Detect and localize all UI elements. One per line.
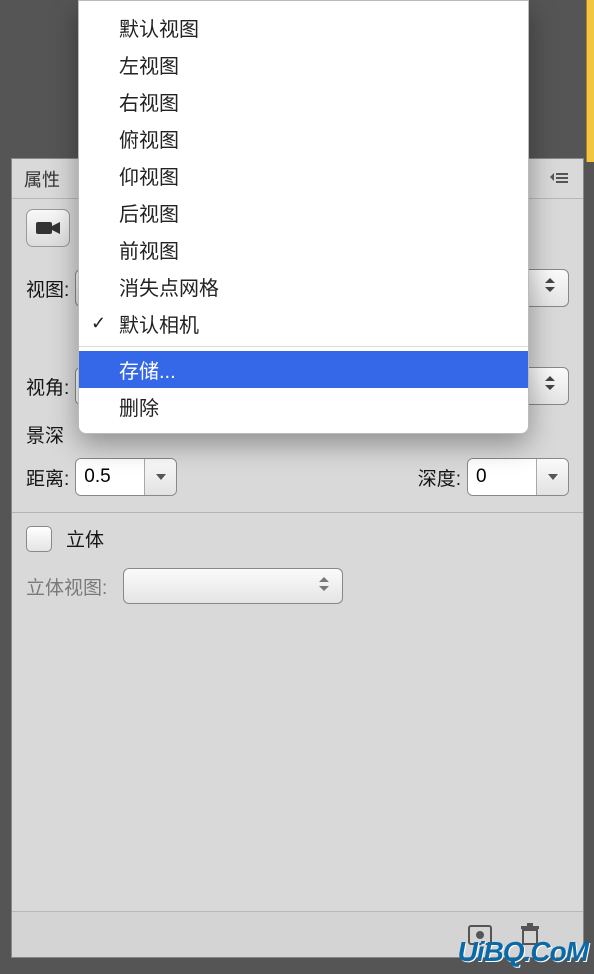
menu-item-view[interactable]: 前视图 [79, 231, 528, 268]
updown-icon [544, 374, 556, 398]
camera-mode-button[interactable] [26, 209, 70, 247]
distance-dropdown-button[interactable] [144, 459, 176, 495]
stereo-checkbox[interactable] [26, 526, 52, 552]
stereo-view-label: 立体视图: [26, 573, 107, 600]
right-accent-bar [586, 0, 594, 162]
depth-label: 深度: [418, 464, 461, 491]
stereo-row: 立体 [26, 525, 569, 552]
panel-menu-icon[interactable] [547, 167, 571, 191]
menu-item-view[interactable]: 俯视图 [79, 120, 528, 157]
stereo-view-row: 立体视图: [26, 568, 569, 604]
menu-item-view[interactable]: 右视图 [79, 83, 528, 120]
panel-title: 属性 [24, 166, 60, 192]
updown-icon [318, 575, 330, 598]
menu-item-label: 后视图 [119, 198, 179, 227]
dof-row: 距离: 深度: [26, 458, 569, 496]
menu-item-view[interactable]: 后视图 [79, 194, 528, 231]
stereo-view-select[interactable] [123, 568, 343, 604]
distance-input[interactable] [76, 459, 144, 495]
menu-item-label: 默认相机 [119, 309, 199, 338]
distance-label: 距离: [26, 464, 69, 491]
depth-input[interactable] [468, 459, 536, 495]
menu-item-label: 右视图 [119, 87, 179, 116]
view-dropdown-menu: 默认视图左视图右视图俯视图仰视图后视图前视图消失点网格默认相机 存储... 删除 [78, 0, 529, 434]
view-label: 视图: [26, 275, 69, 302]
menu-item-save[interactable]: 存储... [79, 351, 528, 388]
menu-item-view[interactable]: 仰视图 [79, 157, 528, 194]
menu-item-label: 消失点网格 [119, 272, 219, 301]
menu-item-label: 仰视图 [119, 161, 179, 190]
menu-item-view[interactable]: 消失点网格 [79, 268, 528, 305]
menu-item-label: 前视图 [119, 235, 179, 264]
updown-icon [544, 276, 556, 300]
menu-separator [79, 346, 528, 347]
angle-label: 视角: [26, 373, 69, 400]
divider [12, 512, 583, 513]
depth-dropdown-button[interactable] [536, 459, 568, 495]
menu-item-delete[interactable]: 删除 [79, 388, 528, 425]
distance-combo [75, 458, 177, 496]
menu-item-label: 俯视图 [119, 124, 179, 153]
watermark: UiBQ.CoM [458, 936, 588, 968]
menu-item-view[interactable]: 左视图 [79, 46, 528, 83]
menu-item-label: 默认视图 [119, 13, 199, 42]
depth-combo [467, 458, 569, 496]
menu-item-label: 左视图 [119, 50, 179, 79]
stereo-checkbox-label: 立体 [66, 525, 104, 552]
menu-item-label: 删除 [119, 392, 159, 421]
menu-item-view[interactable]: 默认视图 [79, 9, 528, 46]
menu-item-label: 存储... [119, 355, 176, 384]
menu-item-view[interactable]: 默认相机 [79, 305, 528, 342]
